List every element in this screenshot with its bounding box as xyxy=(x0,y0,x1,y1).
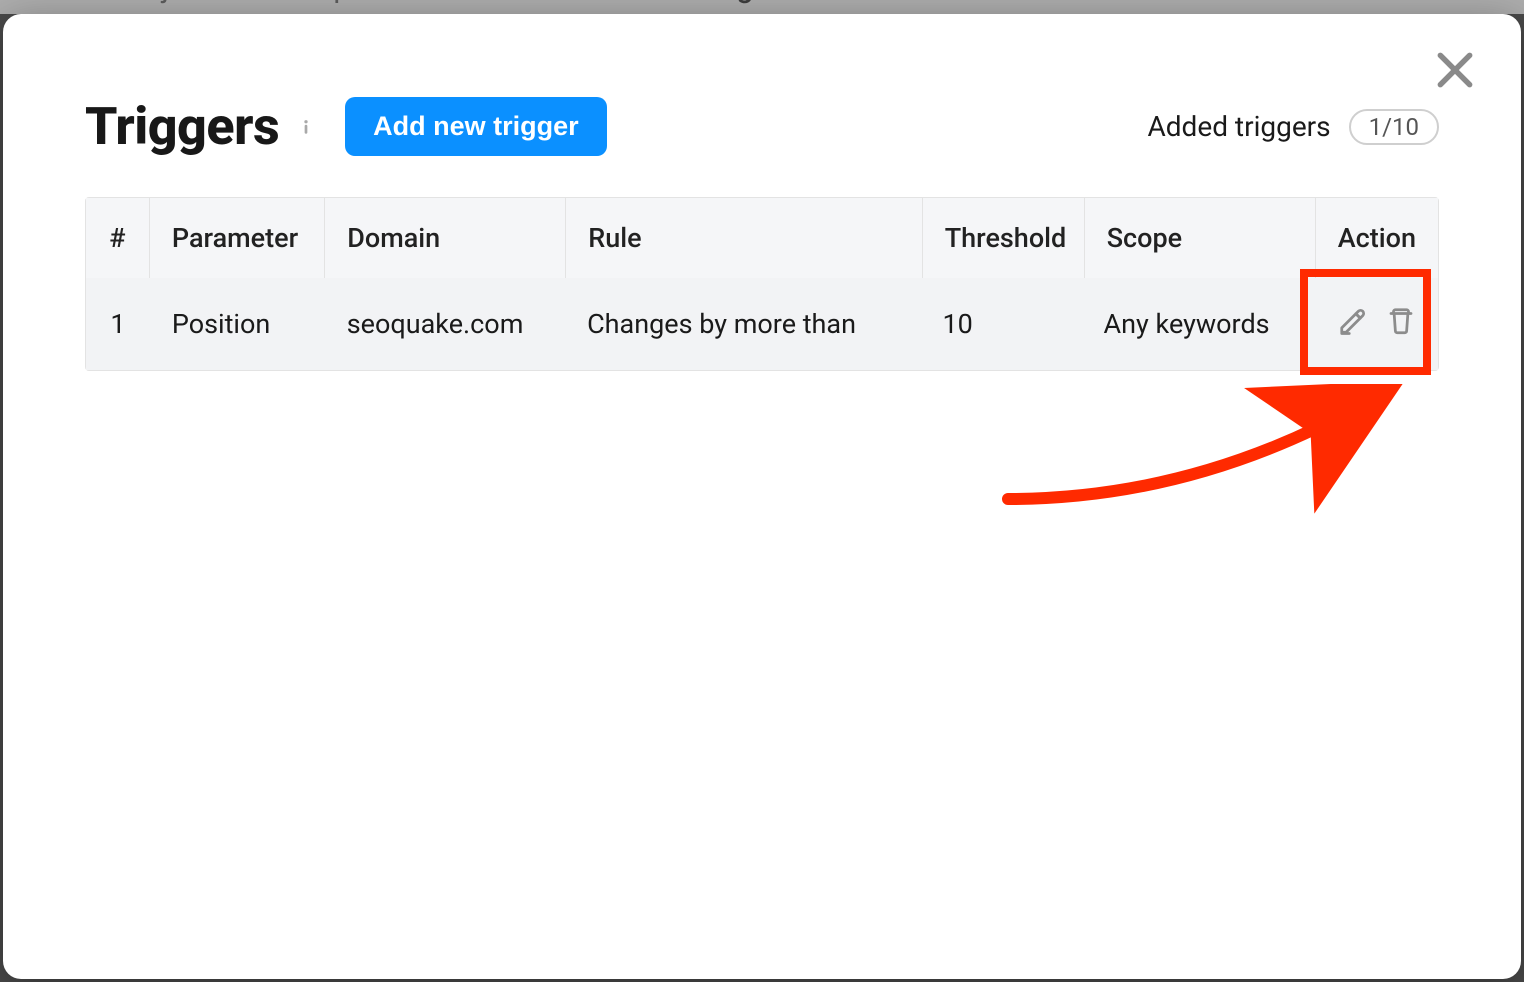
close-button[interactable] xyxy=(1433,48,1477,92)
page-breadcrumb-behind: rd › Projects › seoquake.com › Position … xyxy=(0,0,1524,14)
col-header-parameter: Parameter xyxy=(150,198,325,278)
triggers-count-badge: 1/10 xyxy=(1349,109,1439,145)
table-header-row: # Parameter Domain Rule Threshold Scope … xyxy=(86,198,1438,278)
col-header-domain: Domain xyxy=(325,198,566,278)
col-header-action: Action xyxy=(1316,198,1438,278)
pencil-icon xyxy=(1338,306,1368,343)
col-header-rule: Rule xyxy=(566,198,922,278)
close-icon xyxy=(1433,77,1477,96)
added-triggers-label: Added triggers xyxy=(1148,110,1331,143)
action-icons xyxy=(1334,309,1416,339)
header-right: Added triggers 1/10 xyxy=(1148,109,1440,145)
cell-scope: Any keywords xyxy=(1082,278,1312,370)
title-wrap: Triggers xyxy=(85,96,315,157)
table-row: 1 Position seoquake.com Changes by more … xyxy=(86,278,1438,370)
modal-header: Triggers Add new trigger Added triggers … xyxy=(3,14,1521,157)
delete-trigger-button[interactable] xyxy=(1386,309,1416,339)
info-icon[interactable] xyxy=(297,113,315,141)
col-header-scope: Scope xyxy=(1085,198,1316,278)
cell-rule: Changes by more than xyxy=(565,278,920,370)
triggers-modal: Triggers Add new trigger Added triggers … xyxy=(3,14,1521,979)
edit-trigger-button[interactable] xyxy=(1338,309,1368,339)
cell-num: 1 xyxy=(86,278,150,370)
col-header-num: # xyxy=(86,198,150,278)
cell-threshold: 10 xyxy=(921,278,1082,370)
trash-icon xyxy=(1386,306,1416,343)
cell-domain: seoquake.com xyxy=(325,278,565,370)
annotation-arrow xyxy=(993,384,1413,524)
add-new-trigger-button[interactable]: Add new trigger xyxy=(345,97,607,156)
triggers-table: # Parameter Domain Rule Threshold Scope … xyxy=(85,197,1439,371)
col-header-threshold: Threshold xyxy=(923,198,1085,278)
modal-title: Triggers xyxy=(85,96,279,157)
cell-action xyxy=(1312,278,1438,370)
header-left: Triggers Add new trigger xyxy=(85,96,607,157)
cell-parameter: Position xyxy=(150,278,325,370)
